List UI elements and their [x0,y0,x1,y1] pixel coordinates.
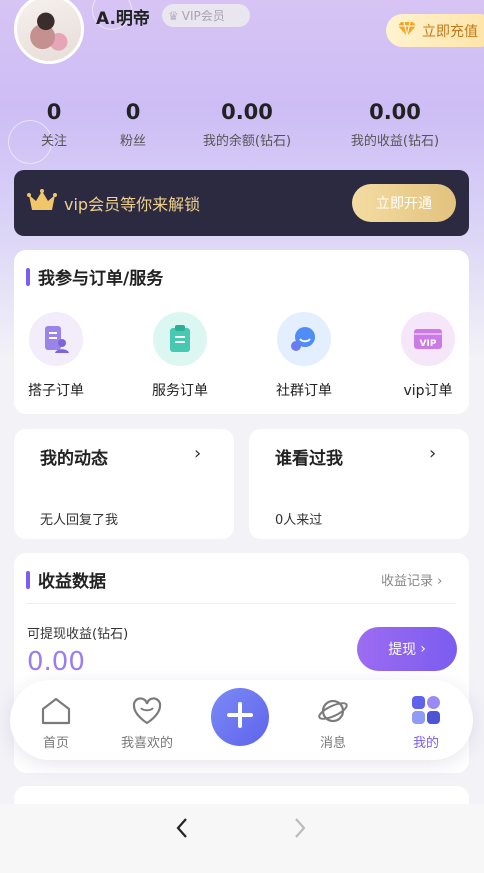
tab-favorites-label: 我喜欢的 [120,736,173,751]
visitors-subtitle: 0人来过 [275,513,323,528]
earnings-title-text: 收益数据 [38,572,106,592]
vip-order-label: vip订单 [403,383,453,399]
orders-title-text: 我参与订单/服务 [38,269,164,289]
crown-icon [27,189,57,217]
tab-mine[interactable]: 我的 [386,680,466,751]
browser-nav-bar [0,804,484,873]
my-activity-title: 我的动态 [40,449,108,469]
stat-fans[interactable]: 0 粉丝 [103,100,163,149]
heart-icon [107,680,187,726]
chevron-right-icon: › [429,443,437,464]
stat-balance[interactable]: 0.00 我的余额(钻石) [192,100,302,149]
tab-messages-label: 消息 [319,736,346,751]
stat-value: 0.00 [221,100,273,124]
community-order-icon [277,312,331,366]
recharge-button[interactable]: 立即充值 [386,14,484,47]
withdraw-label: 提现 [388,642,417,658]
withdrawable-value: 0.00 [27,647,85,677]
tab-mine-label: 我的 [412,736,439,751]
stat-value: 0.00 [369,100,421,124]
open-vip-button[interactable]: 立即开通 [352,184,456,222]
earnings-record-label: 收益记录 [381,574,434,589]
service-order-label: 服务订单 [152,383,208,399]
my-activity-subtitle: 无人回复了我 [40,513,119,528]
add-button[interactable] [211,688,269,746]
accent-bar [26,267,30,286]
chevron-right-icon: › [437,574,443,589]
visitors-card[interactable]: 谁看过我 › 0人来过 [249,429,469,539]
vip-badge[interactable]: ♛ VIP会员 [162,4,250,27]
vip-order-button[interactable]: VIP vip订单 [388,312,468,400]
community-order-button[interactable]: 社群订单 [264,312,344,400]
stat-following[interactable]: 0 关注 [24,100,84,149]
withdrawable-label: 可提现收益(钻石) [27,627,129,642]
home-icon [16,680,96,726]
stat-label: 我的收益(钻石) [350,134,440,149]
vip-order-icon: VIP [401,312,455,366]
plus-icon [225,700,255,734]
partner-order-icon [29,312,83,366]
service-order-icon [153,312,207,366]
earnings-title: 收益数据 [26,567,106,592]
tab-home-label: 首页 [42,736,69,751]
service-order-button[interactable]: 服务订单 [140,312,220,400]
back-chevron-icon[interactable] [174,816,190,844]
stat-label: 粉丝 [119,134,146,149]
community-order-label: 社群订单 [276,383,332,399]
partner-order-button[interactable]: 搭子订单 [16,312,96,400]
vip-banner[interactable]: vip会员等你来解锁 立即开通 [14,170,469,236]
orders-title: 我参与订单/服务 [26,264,163,289]
forward-chevron-icon[interactable] [292,816,308,844]
username: A.明帝 [96,9,150,29]
partner-order-label: 搭子订单 [28,383,84,399]
profile-blocks-icon [386,680,466,726]
diamond-icon [398,21,416,41]
tab-messages[interactable]: 消息 [293,680,373,751]
svg-text:VIP: VIP [420,339,437,349]
divider [26,603,456,604]
chevron-right-icon: › [194,443,202,464]
recharge-label: 立即充值 [422,23,478,40]
stat-label: 我的余额(钻石) [202,134,292,149]
withdraw-button[interactable]: 提现 › [357,627,457,671]
earnings-record-link[interactable]: 收益记录 › [381,570,442,589]
orders-card: 我参与订单/服务 搭子订单 服务订单 社群订单 VIP vip订单 [14,250,469,414]
visitors-title: 谁看过我 [275,449,343,469]
planet-icon [293,680,373,726]
vip-badge-label: VIP会员 [181,9,225,23]
vip-banner-text: vip会员等你来解锁 [64,195,201,214]
stat-value: 0 [46,100,62,124]
stat-value: 0 [125,100,141,124]
accent-bar [26,570,30,589]
stat-earnings[interactable]: 0.00 我的收益(钻石) [340,100,450,149]
crown-icon: ♛ [168,8,179,23]
tab-favorites[interactable]: 我喜欢的 [107,680,187,751]
tab-home[interactable]: 首页 [16,680,96,751]
stat-label: 关注 [40,134,67,149]
chevron-right-icon: › [420,641,426,657]
my-activity-card[interactable]: 我的动态 › 无人回复了我 [14,429,234,539]
